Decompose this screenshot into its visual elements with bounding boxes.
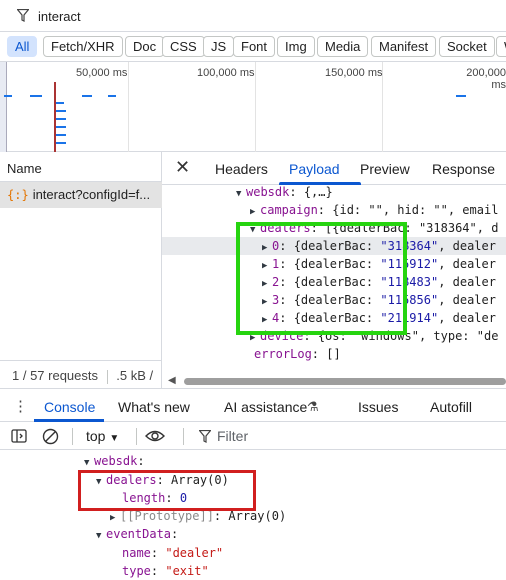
- toolbar-divider: [136, 428, 137, 445]
- tree-key: eventData: [106, 527, 172, 541]
- console-node-websdk[interactable]: ▼ websdk:: [84, 452, 145, 470]
- name-column-header[interactable]: Name: [0, 152, 162, 182]
- tab-preview[interactable]: Preview: [360, 161, 410, 177]
- console-node-eventdata[interactable]: ▼ eventData:: [96, 525, 178, 543]
- chip-font[interactable]: Font: [233, 36, 276, 57]
- sidebar-toggle-icon[interactable]: [11, 428, 27, 444]
- tree-value: {,…}: [303, 185, 333, 199]
- tree-key: [[Prototype]]: [120, 509, 214, 523]
- name-column-label: Name: [7, 161, 42, 176]
- scrollbar-thumb[interactable]: [184, 378, 506, 385]
- tree-value-suffix: , dealer: [438, 239, 496, 253]
- flask-icon: ⚗: [307, 399, 319, 414]
- tree-value: "exit": [165, 564, 209, 578]
- tree-key: campaign: [260, 203, 318, 217]
- tab-issues[interactable]: Issues: [358, 399, 398, 415]
- chip-overflow[interactable]: W: [496, 36, 506, 57]
- console-toolbar: top ▼ Filter: [0, 422, 506, 450]
- request-name: interact?configId=f...: [32, 187, 151, 202]
- expanded-arrow-icon: ▼: [96, 531, 102, 541]
- tick-label: 200,000 ms: [466, 67, 506, 91]
- drawer-menu-icon[interactable]: ⋮: [13, 397, 28, 415]
- filter-icon: [199, 430, 211, 443]
- chip-doc[interactable]: Doc: [125, 36, 165, 57]
- fetch-request-icon: {:}: [7, 188, 29, 202]
- tab-console[interactable]: Console: [44, 399, 95, 415]
- highlight-box-red: [78, 470, 256, 511]
- chip-socket[interactable]: Socket: [439, 36, 495, 57]
- tree-value-suffix: , dealer: [438, 275, 496, 289]
- tree-key: websdk: [94, 454, 138, 468]
- context-selector[interactable]: top ▼: [86, 428, 119, 444]
- network-overview[interactable]: 50,000 ms 100,000 ms 150,000 ms 200,000 …: [0, 62, 506, 152]
- filter-icon: [17, 9, 29, 22]
- chip-css[interactable]: CSS: [162, 36, 205, 57]
- request-count: 1 / 57 requests: [12, 368, 98, 383]
- toolbar-divider: [183, 428, 184, 445]
- chip-fetch-xhr[interactable]: Fetch/XHR: [43, 36, 123, 57]
- horizontal-scrollbar[interactable]: ◀: [162, 374, 506, 388]
- tab-headers[interactable]: Headers: [215, 161, 268, 177]
- console-node-type: type: "exit": [122, 564, 209, 578]
- scroll-left-icon[interactable]: ◀: [168, 375, 176, 386]
- detail-tabs: ✕ Headers Payload Preview Response: [162, 152, 506, 185]
- timeline-blip: [4, 95, 12, 97]
- tick-label: 150,000 ms: [325, 67, 383, 79]
- tree-value: {id: "", hid: "", email: [332, 203, 499, 217]
- console-filter-input[interactable]: Filter: [217, 428, 248, 444]
- tree-key: errorLog: [254, 347, 312, 361]
- tab-autofill[interactable]: Autofill: [430, 399, 472, 415]
- tree-node-errorlog[interactable]: errorLog: []: [254, 345, 341, 363]
- highlight-box-green: [236, 222, 407, 335]
- tree-value: []: [326, 347, 341, 361]
- filter-input[interactable]: [38, 6, 478, 26]
- drawer-tabs: ⋮ Console What's new AI assistance ⚗ Iss…: [0, 388, 506, 422]
- tick-label: 50,000 ms: [76, 67, 128, 79]
- transferred-size: .5 kB /: [116, 368, 154, 383]
- tree-value: "dealer": [165, 546, 224, 560]
- chip-img[interactable]: Img: [277, 36, 315, 57]
- expanded-arrow-icon: ▼: [236, 189, 242, 199]
- tree-key: name: [122, 546, 151, 560]
- timeline-marker: [54, 82, 56, 152]
- request-row[interactable]: {:} interact?configId=f...: [0, 182, 162, 208]
- tree-value-suffix: , dealer: [438, 257, 496, 271]
- close-icon[interactable]: ✕: [175, 157, 190, 178]
- resource-type-filters: All Fetch/XHR Doc CSS JS Font Img Media …: [0, 32, 506, 62]
- console-node-name: name: "dealer": [122, 546, 224, 560]
- context-label: top: [86, 428, 106, 444]
- chip-all[interactable]: All: [7, 36, 38, 57]
- tree-key: websdk: [246, 185, 290, 199]
- tick-line: [128, 62, 129, 152]
- dropdown-arrow-icon: ▼: [109, 433, 120, 444]
- clear-console-icon[interactable]: [42, 428, 59, 445]
- timeline-blip: [82, 95, 92, 97]
- timeline-blip: [30, 95, 42, 97]
- request-status-bar: 1 / 57 requests .5 kB /: [0, 360, 162, 388]
- tab-response[interactable]: Response: [432, 161, 495, 177]
- tree-value: Array(0): [228, 509, 287, 523]
- tick-label: 100,000 ms: [197, 67, 255, 79]
- request-list: Name {:} interact?configId=f... 1 / 57 re…: [0, 152, 162, 388]
- chip-manifest[interactable]: Manifest: [371, 36, 437, 57]
- tree-value-suffix: , dealer: [438, 311, 496, 325]
- tab-ai-assistance[interactable]: AI assistance: [224, 399, 307, 415]
- tab-whats-new[interactable]: What's new: [118, 399, 190, 415]
- chip-js[interactable]: JS: [203, 36, 235, 57]
- overview-left-handle[interactable]: [0, 62, 7, 152]
- tick-line: [255, 62, 256, 152]
- tree-key: type: [122, 564, 151, 578]
- status-divider: [106, 369, 108, 384]
- tree-node-websdk[interactable]: ▼ websdk: {,…}: [236, 183, 333, 201]
- timeline-blip: [108, 95, 116, 97]
- tab-payload[interactable]: Payload: [289, 161, 340, 177]
- tree-node-campaign[interactable]: ▶ campaign: {id: "", hid: "", email: [250, 201, 498, 219]
- network-filter-bar: [0, 0, 506, 32]
- chip-media[interactable]: Media: [317, 36, 369, 57]
- timeline-blip: [456, 95, 466, 97]
- toolbar-divider: [72, 428, 73, 445]
- eye-icon[interactable]: [145, 428, 165, 444]
- tree-value-suffix: , dealer: [438, 293, 496, 307]
